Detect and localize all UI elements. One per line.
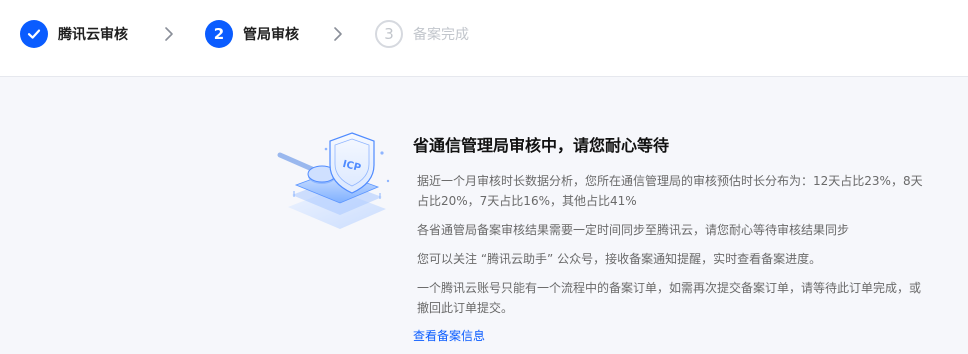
status-info: 省通信管理局审核中，请您耐心等待 据近一个月审核时长数据分析，您所在通信管理局的… [413,134,923,327]
check-icon [20,20,48,48]
step-tencent-review: 腾讯云审核 [20,20,128,48]
main-content: ICP 省通信管理局审核中，请您耐心等待 据近一个月审核时长数据分析，您所在通信… [0,77,968,354]
step-label: 管局审核 [243,27,299,43]
icp-review-illustration: ICP [277,132,390,229]
chevron-right-icon [334,27,342,41]
sync-notice-text: 各省通管局备案审核结果需要一定时间同步至腾讯云，请您耐心等待审核结果同步 [417,223,850,237]
review-duration-text: 据近一个月审核时长数据分析，您所在通信管理局的审核预估时长分布为：12天占比23… [417,174,923,208]
step-bar: 腾讯云审核 2 管局审核 3 备案完成 [0,0,968,77]
view-filing-info-link[interactable]: 查看备案信息 [413,327,485,344]
step-bureau-review: 2 管局审核 [205,20,299,48]
step-number: 3 [375,20,403,48]
follow-account-text: 您可以关注 “腾讯云助手” 公众号，接收备案通知提醒，实时查看备案进度。 [417,252,822,266]
step-filing-complete: 3 备案完成 [375,20,469,48]
step-label: 腾讯云审核 [58,27,128,43]
chevron-right-icon [165,27,173,41]
single-order-text: 一个腾讯云账号只能有一个流程中的备案订单，如需再次提交备案订单，请等待此订单完成… [417,281,922,315]
step-label: 备案完成 [413,27,469,43]
page-title: 省通信管理局审核中，请您耐心等待 [413,136,670,155]
step-number: 2 [205,20,233,48]
